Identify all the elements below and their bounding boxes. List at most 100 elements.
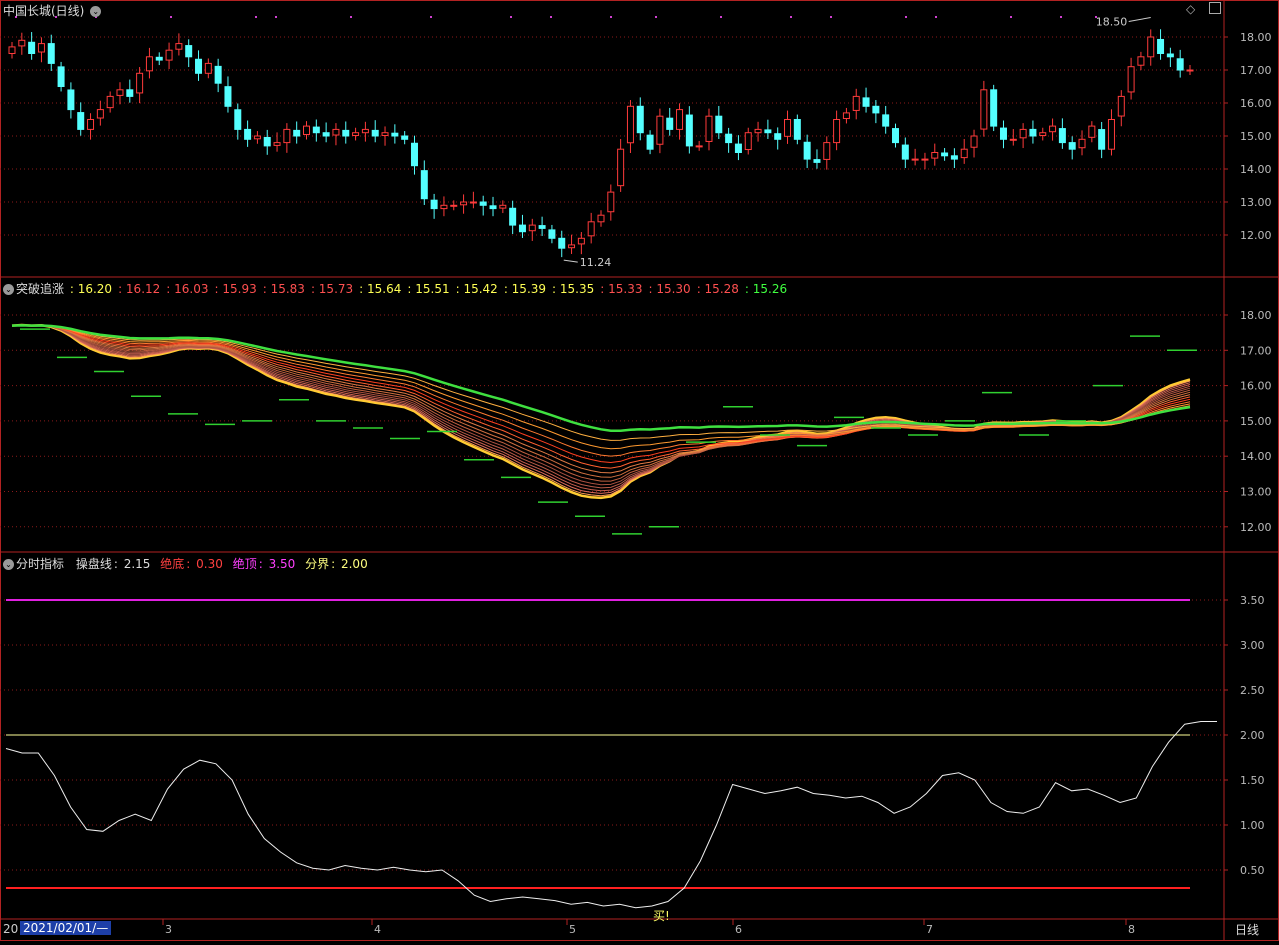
candle-body — [106, 95, 114, 109]
candle-body — [1058, 128, 1066, 144]
candle-body — [1088, 125, 1096, 138]
indicator-title[interactable]: 突破追涨 — [16, 282, 64, 296]
divide-name: 分界 — [305, 557, 330, 571]
indicator-value: : 15.51 — [407, 282, 450, 296]
indicator-value: : 15.64 — [359, 282, 402, 296]
y-tick-label: 14.00 — [1240, 163, 1272, 176]
sidebar-toggle-icon[interactable] — [1209, 2, 1222, 14]
window-controls: ◇ — [1186, 2, 1223, 16]
indicator-value: : 15.93 — [214, 282, 257, 296]
indicator-title[interactable]: 分时指标 — [16, 557, 64, 571]
candle-body — [165, 49, 173, 61]
y-tick-label: 0.50 — [1240, 864, 1265, 877]
candle-body — [420, 170, 428, 200]
candle-body — [332, 128, 340, 136]
x-tick-label: 6 — [735, 923, 742, 936]
indicator-value: : 15.30 — [648, 282, 691, 296]
candle-body — [587, 221, 595, 237]
candle-body — [518, 224, 526, 233]
indicator-value: : 15.35 — [552, 282, 595, 296]
event-marker-dot — [790, 16, 792, 18]
y-tick-label: 1.00 — [1240, 819, 1265, 832]
candle-body — [617, 148, 625, 187]
main-chart-header: 中国长城(日线) ⌄ — [3, 2, 103, 19]
candle-body — [234, 109, 242, 130]
event-marker-dot — [275, 16, 277, 18]
stock-title[interactable]: 中国长城(日线) — [3, 4, 84, 18]
indicator-header-intraday: ⌄ 分时指标 操盘线: 2.15 绝底: 0.30 绝顶: 3.50 分界: 2.… — [3, 555, 370, 572]
diamond-icon[interactable]: ◇ — [1186, 2, 1195, 16]
candle-body — [793, 119, 801, 140]
candle-body — [283, 128, 291, 144]
line-name: 操盘线 — [75, 557, 112, 571]
y-tick-label: 12.00 — [1240, 521, 1272, 534]
candle-body — [175, 43, 183, 50]
indicator-values: : 16.20: 16.12: 16.03: 15.93: 15.83: 15.… — [70, 282, 793, 296]
candle-body — [882, 114, 890, 127]
event-marker-dot — [1060, 16, 1062, 18]
candle-body — [548, 229, 556, 239]
low-price-label: 11.24 — [580, 256, 612, 269]
candle-body — [126, 89, 134, 97]
high-price-label: 18.50 — [1096, 16, 1128, 29]
candle-body — [960, 148, 968, 159]
candle-body — [342, 129, 350, 137]
candle-body — [774, 133, 782, 140]
candle-body — [57, 66, 65, 87]
candle-body — [990, 89, 998, 127]
candle-body — [862, 97, 870, 107]
candle-body — [381, 132, 389, 137]
event-marker-dot — [255, 16, 257, 18]
candle-body — [685, 114, 693, 147]
event-marker-dot — [905, 16, 907, 18]
settings-circle-icon[interactable]: ⌄ — [90, 6, 102, 17]
y-tick-label: 16.00 — [1240, 380, 1272, 393]
candle-body — [950, 155, 958, 160]
indicator-value: : 15.42 — [455, 282, 498, 296]
chart-canvas[interactable]: 18.00 17.00 16.00 15.00 14.00 13.00 12.00 18.50… — [0, 0, 1279, 941]
top-name: 绝顶 — [232, 557, 257, 571]
ma-band-line — [11, 323, 1191, 500]
candle-body — [1029, 128, 1037, 137]
candle-body — [185, 45, 193, 58]
candle-body — [214, 65, 222, 84]
y-tick-label: 13.00 — [1240, 196, 1272, 209]
date-cursor-box[interactable]: 2021/02/01/— — [20, 921, 112, 935]
x-tick-label: 3 — [165, 923, 172, 936]
candle-body — [1039, 132, 1047, 137]
indicator-line — [5, 721, 1217, 909]
x-tick-label: 4 — [374, 923, 381, 936]
candle-body — [499, 204, 507, 209]
candle-body — [1107, 119, 1115, 150]
candle-body — [37, 43, 45, 53]
event-marker-dot — [610, 16, 612, 18]
date-prefix: 20 — [3, 922, 19, 936]
candle-body — [322, 132, 330, 137]
candle-body — [842, 112, 850, 120]
candle-body — [577, 237, 585, 245]
y-tick-label: 15.00 — [1240, 415, 1272, 428]
x-tick-label: 8 — [1128, 923, 1135, 936]
indicator-value: : 15.26 — [744, 282, 788, 296]
candle-body — [136, 72, 144, 94]
indicator-menu-icon[interactable]: ⌄ — [3, 559, 14, 570]
stock-chart-window: 18.00 17.00 16.00 15.00 14.00 13.00 12.00 18.50… — [0, 0, 1279, 941]
y-tick-label: 14.00 — [1240, 450, 1272, 463]
candle-body — [1127, 66, 1135, 93]
event-marker-dot — [350, 16, 352, 18]
candle-body — [401, 135, 409, 140]
indicator-value: : 16.03 — [166, 282, 209, 296]
candle-body — [352, 132, 360, 137]
candle-body — [715, 115, 723, 134]
candle-body — [1137, 56, 1145, 66]
candle-body — [813, 159, 821, 163]
indicator-menu-icon[interactable]: ⌄ — [3, 284, 14, 295]
indicator-value: : 16.20 — [69, 282, 113, 296]
candle-body — [96, 109, 104, 119]
period-label[interactable]: 日线 — [1235, 921, 1259, 938]
candle-body — [145, 56, 153, 72]
candle-body — [656, 115, 664, 145]
candle-body — [666, 117, 674, 130]
y-tick-label: 15.00 — [1240, 130, 1272, 143]
candle-body — [509, 207, 517, 226]
